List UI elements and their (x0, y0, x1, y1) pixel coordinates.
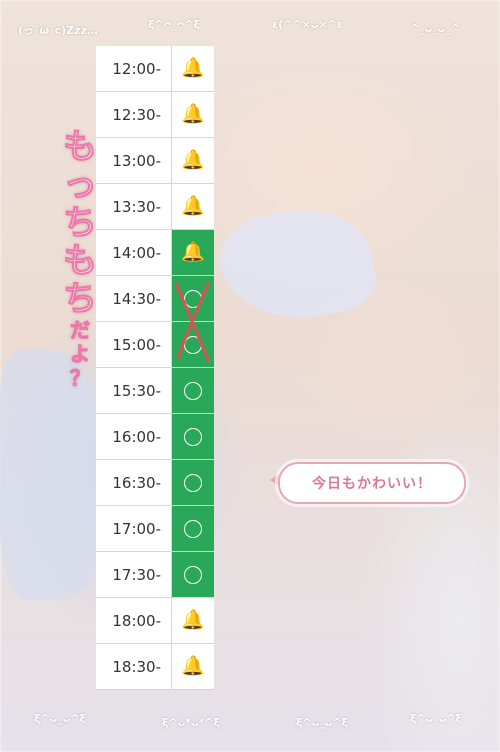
emoticon-bottom-3: ξ^ᴗ_ᴗ^ξ (296, 716, 349, 729)
time-slot-label: 16:00- (96, 414, 172, 459)
circle-open-icon (184, 565, 202, 584)
time-slot-label: 14:00- (96, 230, 172, 275)
emoticon-bottom-4: ξ^ᴗ_ᴗ^ξ (410, 712, 463, 725)
schedule-row: 16:30- (96, 460, 214, 506)
availability-cell: 🔔 (172, 92, 214, 137)
time-slot-label: 15:30- (96, 368, 172, 413)
circle-open-icon (184, 381, 202, 400)
schedule-row: 15:30- (96, 368, 214, 414)
emoticon-bottom-1: ξ^ᴗ_ᴗ^ξ (34, 712, 87, 725)
circle-open-icon (184, 427, 202, 446)
schedule-row: 14:00- 🔔 (96, 230, 214, 276)
availability-cell (172, 368, 214, 413)
schedule-table: 12:00- 🔔 12:30- 🔔 13:00- 🔔 13:30- 🔔 14:00- 🔔 14:30… (96, 46, 214, 690)
availability-cell: 🔔 (172, 46, 214, 91)
time-slot-label: 17:30- (96, 552, 172, 597)
schedule-row: 18:30- 🔔 (96, 644, 214, 690)
emoticon-top-4: ^_ᴗ_ᴗ_^ (410, 22, 461, 35)
emoticon-top-3: ε(^^×ᴗ×^ε (272, 18, 343, 31)
availability-cell (172, 460, 214, 505)
schedule-row: 16:00- (96, 414, 214, 460)
availability-cell: 🔔 (172, 598, 214, 643)
cancel-cross-icon (174, 282, 210, 362)
time-slot-label: 12:00- (96, 46, 172, 91)
time-slot-label: 12:30- (96, 92, 172, 137)
speech-bubble: 今日もかわいい！ (278, 462, 466, 504)
time-slot-label: 13:00- (96, 138, 172, 183)
time-slot-label: 13:30- (96, 184, 172, 229)
time-slot-label: 18:30- (96, 644, 172, 689)
time-slot-label: 14:30- (96, 276, 172, 321)
time-slot-label: 16:30- (96, 460, 172, 505)
vertical-caption-small: だよ？ (70, 318, 91, 391)
emoticon-top-2: ξ^ᴖ_ᴖ^ξ (148, 18, 201, 31)
availability-cell: 🔔 (172, 230, 214, 275)
emoticon-top-1: (っ˘ω˘c)Zzz… (18, 24, 98, 37)
circle-open-icon (184, 473, 202, 492)
bell-icon: 🔔 (181, 149, 205, 171)
bell-icon: 🔔 (181, 57, 205, 79)
bell-icon: 🔔 (181, 609, 205, 631)
bell-icon: 🔔 (181, 103, 205, 125)
schedule-row: 17:00- (96, 506, 214, 552)
schedule-row: 13:30- 🔔 (96, 184, 214, 230)
vertical-caption-main: もっちもち (63, 127, 98, 319)
bell-icon: 🔔 (181, 195, 205, 217)
circle-open-icon (184, 519, 202, 538)
schedule-row: 17:30- (96, 552, 214, 598)
availability-cell (172, 552, 214, 597)
availability-cell: 🔔 (172, 644, 214, 689)
schedule-row: 13:00- 🔔 (96, 138, 214, 184)
availability-cell: 🔔 (172, 138, 214, 183)
bell-icon: 🔔 (181, 241, 205, 263)
schedule-row: 12:30- 🔔 (96, 92, 214, 138)
time-slot-label: 15:00- (96, 322, 172, 367)
schedule-row: 18:00- 🔔 (96, 598, 214, 644)
vertical-caption: もっちもち だよ？ (60, 127, 100, 391)
availability-cell: 🔔 (172, 184, 214, 229)
schedule-row: 12:00- 🔔 (96, 46, 214, 92)
emoticon-bottom-2: ξ^ᴗ*ᴗ*^ξ (162, 716, 221, 729)
availability-cell (172, 506, 214, 551)
time-slot-label: 17:00- (96, 506, 172, 551)
time-slot-label: 18:00- (96, 598, 172, 643)
bell-icon: 🔔 (181, 655, 205, 677)
availability-cell (172, 414, 214, 459)
